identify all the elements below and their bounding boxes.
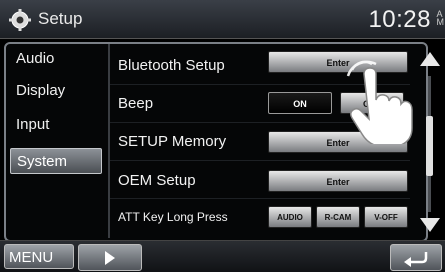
oem-setup-enter-button[interactable]: Enter xyxy=(268,170,408,192)
row-label: Beep xyxy=(118,95,154,112)
scroll-down-icon[interactable] xyxy=(420,218,440,232)
row-label: ATT Key Long Press xyxy=(118,210,228,224)
row-att-key-long-press: ATT Key Long Press AUDIO R-CAM V-OFF xyxy=(110,198,410,236)
scroll-up-icon[interactable] xyxy=(420,52,440,66)
page-title: Setup xyxy=(38,9,83,28)
sidebar-item-display[interactable]: Display xyxy=(10,78,102,104)
sidebar-item-input[interactable]: Input xyxy=(10,112,102,138)
return-arrow-icon xyxy=(404,252,428,267)
beep-on-button[interactable]: ON xyxy=(268,92,332,114)
row-oem-setup: OEM Setup Enter xyxy=(110,160,410,199)
row-beep: Beep ON OFF xyxy=(110,84,410,123)
bluetooth-setup-enter-button[interactable]: Enter xyxy=(268,51,408,73)
bottom-bar: MENU xyxy=(0,240,445,272)
next-button[interactable] xyxy=(78,244,142,271)
back-button[interactable] xyxy=(390,244,442,271)
row-label: OEM Setup xyxy=(118,172,196,189)
sidebar-item-audio[interactable]: Audio xyxy=(10,46,102,72)
sidebar: Audio Display Input System xyxy=(4,44,108,238)
row-bluetooth-setup: Bluetooth Setup Enter xyxy=(110,46,410,85)
scrollbar[interactable] xyxy=(418,46,440,236)
att-voff-button[interactable]: V-OFF xyxy=(364,206,408,228)
menu-button[interactable]: MENU xyxy=(4,244,74,269)
clock-ampm: AM xyxy=(436,9,445,27)
gear-icon xyxy=(9,9,31,31)
row-setup-memory: SETUP Memory Enter xyxy=(110,122,410,161)
att-audio-button[interactable]: AUDIO xyxy=(268,206,312,228)
top-bar: Setup 10:28 AM xyxy=(0,0,445,39)
scroll-thumb[interactable] xyxy=(426,116,433,176)
row-label: Bluetooth Setup xyxy=(118,57,225,74)
sidebar-item-system[interactable]: System xyxy=(10,148,102,174)
att-rcam-button[interactable]: R-CAM xyxy=(316,206,360,228)
chevron-right-icon xyxy=(105,251,115,265)
setup-memory-enter-button[interactable]: Enter xyxy=(268,131,408,153)
row-label: SETUP Memory xyxy=(118,133,227,150)
beep-off-button[interactable]: OFF xyxy=(340,92,404,114)
clock: 10:28 xyxy=(368,6,431,33)
